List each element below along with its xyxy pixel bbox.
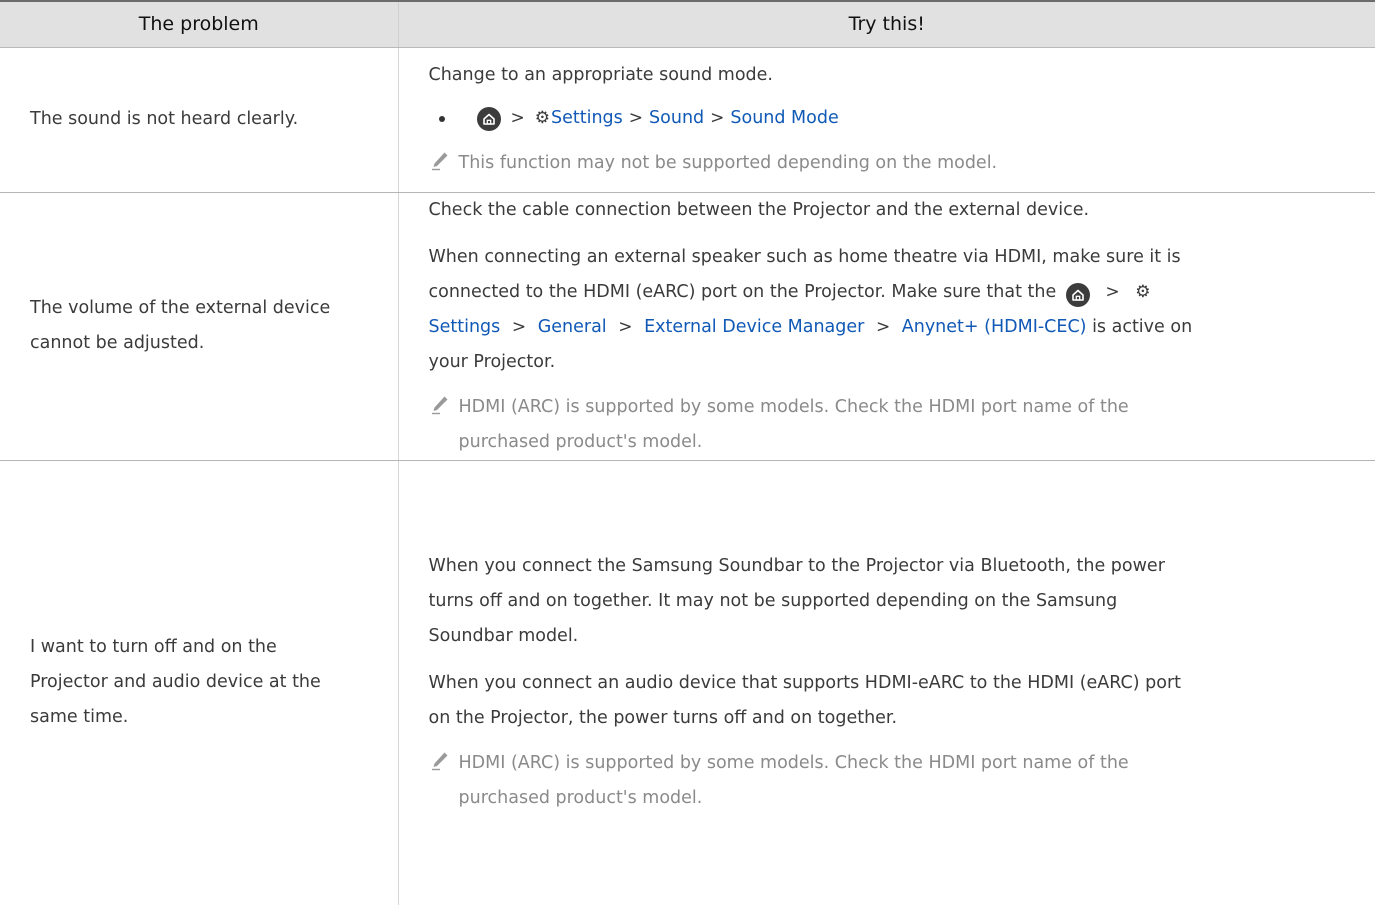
separator-chevron: > <box>618 316 633 337</box>
solution-text-fragment: connected to the HDMI (eARC) port on the… <box>428 281 1057 302</box>
solution-cell: When you connect the Samsung Soundbar to… <box>398 460 1375 905</box>
table-row: I want to turn off and on the Projector … <box>0 460 1375 905</box>
menu-path: > ⚙ Settings > Sound > Sound Mode <box>429 101 1354 136</box>
solution-text-line: When connecting an external speaker such… <box>428 246 1181 267</box>
gear-icon: ⚙ <box>534 108 550 128</box>
note: HDMI (ARC) is supported by some models. … <box>429 390 1354 460</box>
solution-paragraph: When you connect the Samsung Soundbar to… <box>429 549 1354 654</box>
solution-text-line: Soundbar model. <box>428 626 579 647</box>
solution-paragraph: When you connect an audio device that su… <box>429 666 1354 736</box>
note-text-line: HDMI (ARC) is supported by some models. … <box>458 753 1129 774</box>
problem-cell: I want to turn off and on the Projector … <box>0 460 399 905</box>
table-header: The problem Try this! <box>0 0 1375 48</box>
separator-chevron: > <box>510 108 525 128</box>
problem-text-line: cannot be adjusted. <box>30 333 205 353</box>
note-text-line: purchased product's model. <box>458 788 703 809</box>
troubleshooting-table: The problem Try this! The sound is not h… <box>0 0 1375 905</box>
separator-chevron: > <box>628 108 644 128</box>
separator-chevron: > <box>511 316 527 337</box>
problem-cell: The volume of the external device cannot… <box>0 192 399 461</box>
bullet-dot <box>438 115 445 122</box>
solution-text-fragment: is active on <box>1086 316 1193 337</box>
note-text-line: HDMI (ARC) is supported by some models. … <box>458 396 1129 417</box>
pencil-icon <box>429 390 459 420</box>
solution-text: Check the cable connection between the P… <box>428 199 1090 220</box>
problem-text-line: The volume of the external device <box>30 298 331 318</box>
problem-text-line: I want to turn off and on the <box>30 637 277 658</box>
solution-text-line: connected to the HDMI (eARC) port on the… <box>429 275 1354 310</box>
separator-chevron: > <box>1105 281 1120 302</box>
note-text: HDMI (ARC) is supported by some models. … <box>459 390 1129 460</box>
table-row: The sound is not heard clearly. Change t… <box>0 47 1375 193</box>
solution-text-line: on the Projector, the power turns off an… <box>428 708 898 729</box>
general-link[interactable]: General <box>538 317 607 337</box>
external-device-manager-link[interactable]: External Device Manager <box>644 317 864 337</box>
solution-text-line: When you connect the Samsung Soundbar to… <box>428 556 1165 577</box>
pencil-icon <box>429 146 459 176</box>
solution-text-line: turns off and on together. It may not be… <box>428 591 1118 612</box>
home-icon[interactable] <box>476 106 501 131</box>
problem-text-line: same time. <box>30 707 129 728</box>
settings-link[interactable]: Settings <box>429 317 501 337</box>
sound-mode-link[interactable]: Sound Mode <box>730 101 838 136</box>
note: HDMI (ARC) is supported by some models. … <box>429 746 1354 816</box>
gear-icon: ⚙ <box>1135 281 1151 302</box>
settings-link[interactable]: Settings <box>551 101 623 136</box>
solution-text-line: your Projector. <box>428 351 556 372</box>
solution-text-line: Settings > General > External Device Man… <box>429 310 1354 345</box>
sound-link[interactable]: Sound <box>649 101 704 136</box>
solution-cell: Change to an appropriate sound mode. > ⚙… <box>398 47 1375 193</box>
note-text: HDMI (ARC) is supported by some models. … <box>459 746 1129 816</box>
column-header-solution: Try this! <box>398 0 1375 48</box>
note-text-line: purchased product's model. <box>458 431 703 452</box>
problem-cell: The sound is not heard clearly. <box>0 47 399 193</box>
solution-cell: Check the cable connection between the P… <box>398 192 1375 461</box>
table-row: The volume of the external device cannot… <box>0 192 1375 461</box>
solution-paragraph: When connecting an external speaker such… <box>429 240 1354 380</box>
home-icon[interactable] <box>1065 282 1090 307</box>
problem-text: The sound is not heard clearly. <box>30 109 299 129</box>
note-text: This function may not be supported depen… <box>458 153 998 173</box>
note: This function may not be supported depen… <box>429 146 1354 181</box>
separator-chevron: > <box>710 108 725 128</box>
solution-text-line: When you connect an audio device that su… <box>428 673 1182 694</box>
separator-chevron: > <box>875 316 891 337</box>
problem-text-line: Projector and audio device at the <box>30 672 321 693</box>
column-header-problem: The problem <box>0 0 399 48</box>
anynet-link[interactable]: Anynet+ (HDMI-CEC) <box>902 317 1087 337</box>
solution-text: Change to an appropriate sound mode. <box>428 65 773 85</box>
pencil-icon <box>429 746 459 776</box>
